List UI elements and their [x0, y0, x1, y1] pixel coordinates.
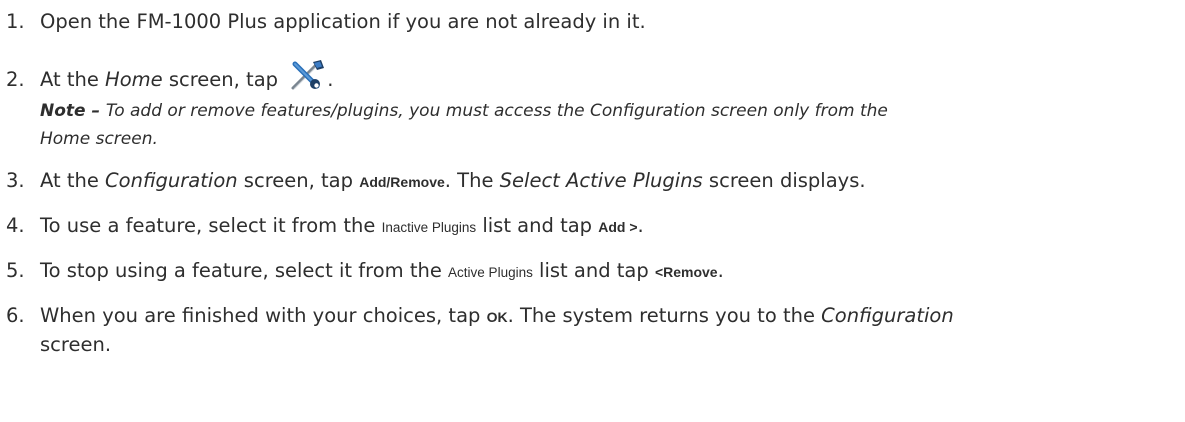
- step-number: 2.: [6, 68, 25, 91]
- step-text: screen, tap: [162, 68, 285, 91]
- step-6: 6. When you are finished with your choice…: [6, 302, 954, 331]
- screen-name-select-active-plugins: Select Active Plugins: [499, 169, 703, 192]
- screen-name-home: Home: [105, 68, 163, 91]
- remove-button-label: <Remove: [654, 264, 718, 280]
- step-2: 2. At the Home screen, tap .: [6, 58, 333, 94]
- step-4: 4. To use a feature, select it from the I…: [6, 212, 644, 242]
- ok-button-label: OK: [486, 309, 508, 325]
- active-plugins-list-label: Active Plugins: [448, 265, 533, 280]
- screen-name-configuration: Configuration: [821, 304, 954, 327]
- step-1: 1. Open the FM-1000 Plus application if y…: [6, 8, 646, 36]
- step-3: 3. At the Configuration screen, tap Add/R…: [6, 167, 866, 196]
- note-label: Note: [40, 101, 86, 121]
- step-number: 1.: [6, 10, 25, 33]
- note-text-continued: Home screen.: [40, 129, 158, 149]
- step-number: 5.: [6, 259, 25, 282]
- note-text: Note – To add or remove features/plugins…: [40, 101, 888, 121]
- step-6-continued: screen.: [40, 333, 112, 356]
- wrench-screwdriver-icon: [287, 58, 327, 92]
- step-5: 5. To stop using a feature, select it fro…: [6, 257, 724, 287]
- add-remove-button-label: Add/Remove: [359, 174, 445, 190]
- step-number: 3.: [6, 169, 25, 192]
- add-button-label: Add >: [598, 219, 638, 235]
- step-text: Open the FM-1000 Plus application if you…: [40, 10, 646, 33]
- step-text: At the: [40, 68, 106, 91]
- step-number: 4.: [6, 214, 25, 237]
- step-number: 6.: [6, 304, 25, 327]
- screen-name-configuration: Configuration: [105, 169, 238, 192]
- inactive-plugins-list-label: Inactive Plugins: [381, 220, 477, 235]
